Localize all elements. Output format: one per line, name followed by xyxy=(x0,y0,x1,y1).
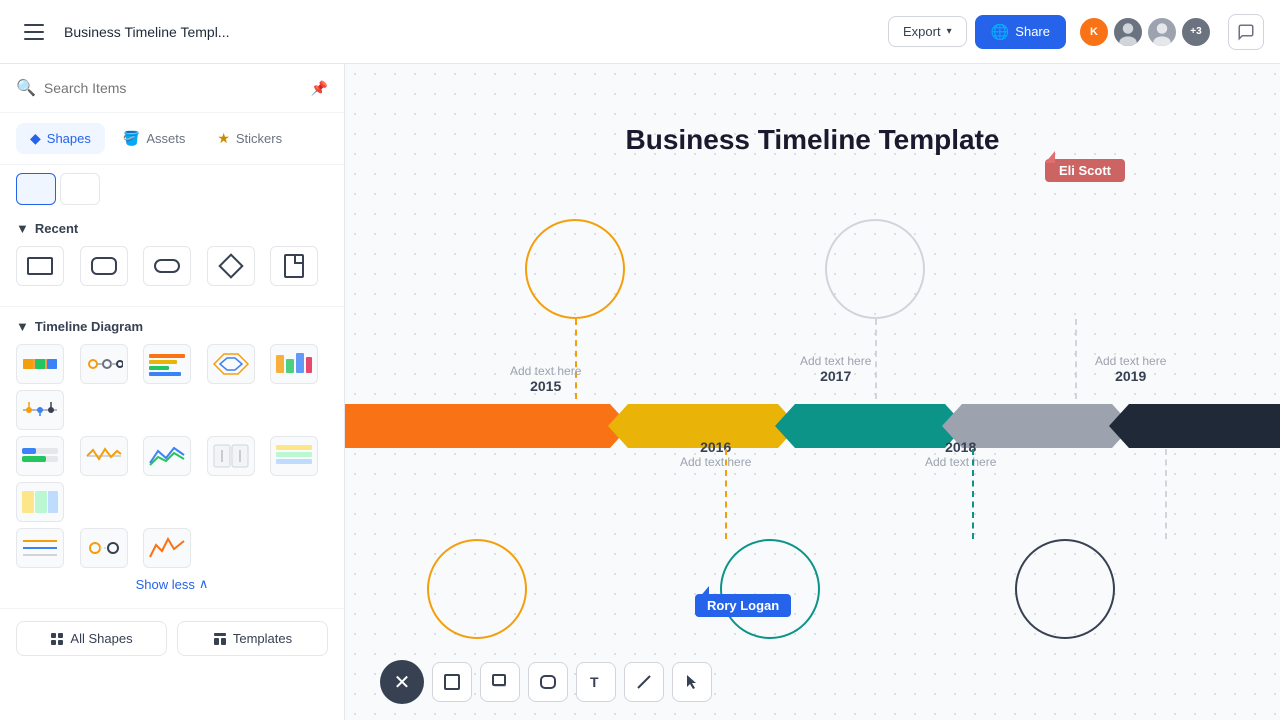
vline-2019 xyxy=(1075,319,1077,399)
bottom-toolbar: ✕ T xyxy=(380,660,712,704)
shape-document[interactable] xyxy=(270,246,318,286)
diagram-13[interactable] xyxy=(16,528,64,568)
cursor-arrow-eli-icon xyxy=(1045,151,1055,163)
diagram-5[interactable] xyxy=(270,344,318,384)
section-divider xyxy=(0,306,344,307)
export-button[interactable]: Export ▾ xyxy=(888,16,967,47)
close-button[interactable]: ✕ xyxy=(380,660,424,704)
svg-text:T: T xyxy=(590,674,599,690)
arrow-seg-dark xyxy=(1109,404,1280,448)
recent-header[interactable]: ▼ Recent xyxy=(16,221,328,236)
chevron-up-icon: ∧ xyxy=(199,576,209,592)
diagram-15[interactable] xyxy=(143,528,191,568)
timeline-bar xyxy=(345,404,1280,448)
tab-bar: ◆ Shapes 🪣 Assets ★ Stickers xyxy=(0,113,344,165)
diamond-icon: ◆ xyxy=(30,130,41,147)
collapse-arrow-icon: ▼ xyxy=(16,221,29,236)
vline-2018 xyxy=(972,449,974,539)
vline-2016 xyxy=(725,449,727,539)
canvas-content: Business Timeline Template Add text here… xyxy=(345,64,1280,720)
search-bar: 🔍 📌 xyxy=(0,64,344,113)
share-button[interactable]: 🌐 Share xyxy=(975,15,1066,49)
label-2016: 2016 Add text here xyxy=(680,439,751,469)
diagram-7[interactable] xyxy=(16,436,64,476)
star-icon: ★ xyxy=(217,130,230,147)
diagram-8[interactable] xyxy=(80,436,128,476)
search-icon: 🔍 xyxy=(16,78,36,98)
text-tool-button[interactable]: T xyxy=(576,662,616,702)
avatar-1: K xyxy=(1078,16,1110,48)
shadow-rect-tool-button[interactable] xyxy=(480,662,520,702)
diagram-grid-3 xyxy=(16,528,328,568)
diagram-14[interactable] xyxy=(80,528,128,568)
diagram-9[interactable] xyxy=(143,436,191,476)
canvas[interactable]: Business Timeline Template Add text here… xyxy=(345,64,1280,720)
avatar-more: +3 xyxy=(1180,16,1212,48)
chevron-down-icon: ▾ xyxy=(947,26,952,37)
label-2017: Add text here 2017 xyxy=(800,354,871,384)
circle-2015[interactable] xyxy=(525,219,625,319)
diagram-10[interactable] xyxy=(207,436,255,476)
diagram-grid-2 xyxy=(16,436,328,522)
diagram-12[interactable] xyxy=(16,482,64,522)
avatar-group: K +3 xyxy=(1078,16,1212,48)
cursor-eli-scott: Eli Scott xyxy=(1045,159,1125,182)
vline-2017 xyxy=(875,319,877,399)
small-tab-2[interactable] xyxy=(60,173,100,205)
header-actions: Export ▾ 🌐 Share K +3 xyxy=(888,14,1264,50)
recent-shapes-grid xyxy=(16,246,328,286)
timeline-section: ▼ Timeline Diagram xyxy=(0,311,344,608)
line-tool-button[interactable] xyxy=(624,662,664,702)
comment-button[interactable] xyxy=(1228,14,1264,50)
circle-bot-2[interactable] xyxy=(720,539,820,639)
tab-stickers[interactable]: ★ Stickers xyxy=(203,123,296,154)
header: Business Timeline Templ... Export ▾ 🌐 Sh… xyxy=(0,0,1280,64)
tab-shapes[interactable]: ◆ Shapes xyxy=(16,123,105,154)
cursor-rory-logan: Rory Logan xyxy=(695,594,791,617)
diagram-4[interactable] xyxy=(207,344,255,384)
recent-section: ▼ Recent xyxy=(0,213,344,302)
rounded-rect-tool-button[interactable] xyxy=(528,662,568,702)
circle-bot-3[interactable] xyxy=(1015,539,1115,639)
cursor-tool-button[interactable] xyxy=(672,662,712,702)
vline-2020 xyxy=(1165,449,1167,539)
collapse-arrow-icon-2: ▼ xyxy=(16,319,29,334)
tab-assets[interactable]: 🪣 Assets xyxy=(109,123,199,154)
small-tab-1[interactable] xyxy=(16,173,56,205)
all-shapes-button[interactable]: All Shapes xyxy=(16,621,167,656)
templates-button[interactable]: Templates xyxy=(177,621,328,656)
diagram-3[interactable] xyxy=(143,344,191,384)
avatar-3 xyxy=(1146,16,1178,48)
timeline-header[interactable]: ▼ Timeline Diagram xyxy=(16,319,328,334)
document-title: Business Timeline Templ... xyxy=(64,24,229,40)
diagram-1[interactable] xyxy=(16,344,64,384)
pin-icon[interactable]: 📌 xyxy=(311,80,328,97)
diagram-6[interactable] xyxy=(16,390,64,430)
search-input[interactable] xyxy=(44,80,303,96)
circle-2017[interactable] xyxy=(825,219,925,319)
sidebar: 🔍 📌 ◆ Shapes 🪣 Assets ★ Stickers ▼ Recen… xyxy=(0,64,345,720)
shape-pill[interactable] xyxy=(143,246,191,286)
label-2015: Add text here 2015 xyxy=(510,364,581,394)
shape-rounded-rect[interactable] xyxy=(80,246,128,286)
shape-rect[interactable] xyxy=(16,246,64,286)
diagram-11[interactable] xyxy=(270,436,318,476)
small-tabs xyxy=(0,165,344,213)
menu-button[interactable] xyxy=(16,14,52,50)
shape-diamond[interactable] xyxy=(207,246,255,286)
avatar-2 xyxy=(1112,16,1144,48)
canvas-title: Business Timeline Template xyxy=(626,124,1000,156)
label-2018: 2018 Add text here xyxy=(925,439,996,469)
cursor-arrow-icon xyxy=(699,586,709,598)
bottom-buttons: All Shapes Templates xyxy=(0,608,344,668)
rect-tool-button[interactable] xyxy=(432,662,472,702)
diagram-2[interactable] xyxy=(80,344,128,384)
arrow-seg-orange xyxy=(345,404,630,448)
assets-icon: 🪣 xyxy=(123,130,140,147)
globe-icon: 🌐 xyxy=(991,23,1010,41)
diagram-grid-1 xyxy=(16,344,328,430)
label-2019: Add text here 2019 xyxy=(1095,354,1166,384)
show-less-button[interactable]: Show less ∧ xyxy=(16,568,328,600)
circle-bot-1[interactable] xyxy=(427,539,527,639)
